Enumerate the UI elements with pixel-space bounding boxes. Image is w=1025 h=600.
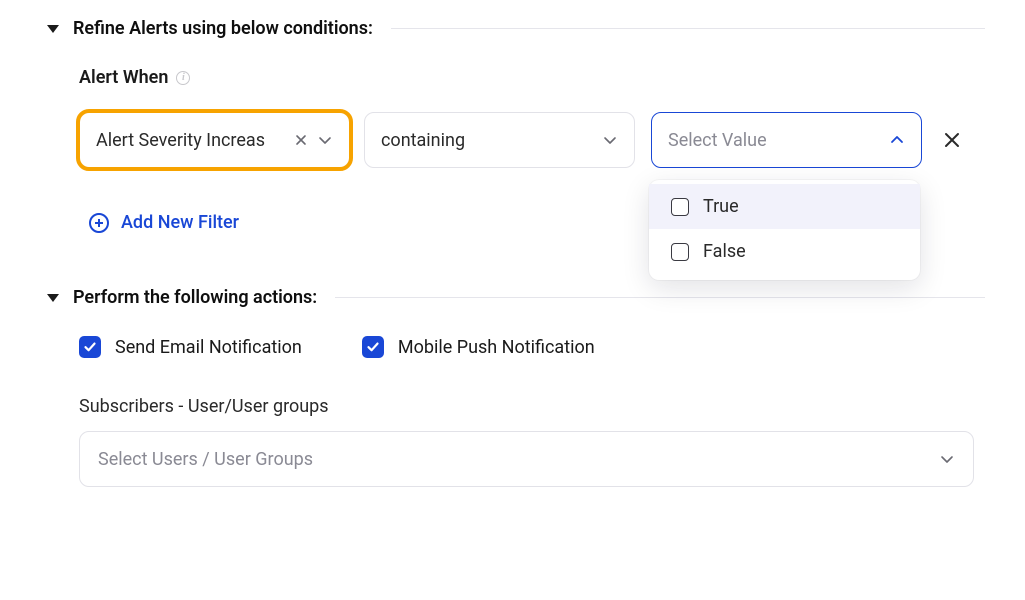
chevron-down-icon [602,132,618,148]
email-notification-label: Send Email Notification [115,337,302,358]
checkbox-icon [671,243,689,261]
chevron-down-icon [939,451,955,467]
remove-filter-icon[interactable] [942,130,962,150]
operator-select-value: containing [381,130,602,151]
push-notification-checkbox[interactable]: Mobile Push Notification [362,336,595,358]
checkbox-checked-icon [362,336,384,358]
info-icon[interactable]: i [176,71,190,85]
rule [335,297,985,298]
perform-section-title: Perform the following actions: [73,287,317,308]
option-true[interactable]: True [649,184,920,229]
checkbox-icon [671,198,689,216]
alert-when-label: Alert When i [79,67,190,88]
chevron-up-icon [889,132,905,148]
checkbox-checked-icon [79,336,101,358]
email-notification-checkbox[interactable]: Send Email Notification [79,336,302,358]
field-select-value: Alert Severity Increas [96,130,289,151]
value-select[interactable]: Select Value [651,112,922,168]
value-select-placeholder: Select Value [668,130,889,151]
option-false[interactable]: False [649,229,920,274]
add-filter-label: Add New Filter [121,212,239,233]
rule [391,28,985,29]
operator-select[interactable]: containing [364,112,635,168]
clear-icon[interactable] [295,134,307,146]
refine-section-title: Refine Alerts using below conditions: [73,18,373,39]
subscribers-label: Subscribers - User/User groups [79,396,985,417]
subscribers-placeholder: Select Users / User Groups [98,449,939,470]
alert-when-text: Alert When [79,67,168,88]
plus-circle-icon [89,213,109,233]
actions-checkbox-row: Send Email Notification Mobile Push Noti… [79,336,985,358]
refine-section-header[interactable]: Refine Alerts using below conditions: [47,18,985,39]
perform-section-header[interactable]: Perform the following actions: [47,287,985,308]
collapse-triangle-icon [47,25,59,33]
value-dropdown-panel: True False [649,180,920,280]
add-new-filter-button[interactable]: Add New Filter [89,212,239,233]
collapse-triangle-icon [47,294,59,302]
option-label: False [703,241,746,262]
field-select[interactable]: Alert Severity Increas [79,112,350,168]
subscribers-select[interactable]: Select Users / User Groups [79,431,974,487]
option-label: True [703,196,739,217]
chevron-down-icon [317,132,333,148]
filter-row: Alert Severity Increas containing Select… [79,112,985,168]
push-notification-label: Mobile Push Notification [398,337,595,358]
